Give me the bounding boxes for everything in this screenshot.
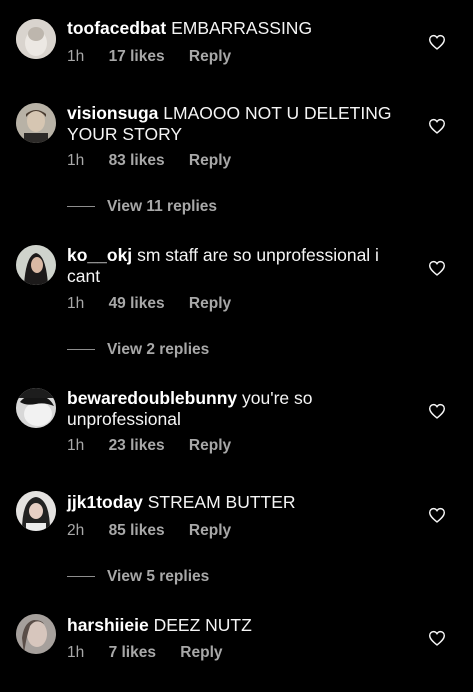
user-avatar[interactable]	[16, 491, 56, 531]
comment-likes[interactable]: 7 likes	[109, 644, 156, 662]
user-avatar[interactable]	[16, 19, 56, 59]
comment-meta: 2h 85 likes Reply	[67, 522, 231, 540]
comment-time: 1h	[67, 437, 85, 454]
heart-outline-icon[interactable]	[428, 630, 446, 646]
comment-text: jjk1today STREAM BUTTER	[67, 492, 412, 513]
replies-divider-line	[67, 349, 95, 351]
avatar-icon	[16, 245, 56, 285]
heart-outline-icon[interactable]	[428, 260, 446, 276]
avatar-icon	[16, 491, 56, 531]
comment-body: DEEZ NUTZ	[153, 615, 252, 635]
reply-button[interactable]: Reply	[189, 437, 231, 455]
comment-username[interactable]: toofacedbat	[67, 18, 166, 38]
avatar-icon	[16, 614, 56, 654]
comment-text: bewaredoublebunny you're so unprofession…	[67, 388, 412, 430]
comment-likes[interactable]: 83 likes	[109, 152, 165, 170]
comment-meta: 1h 17 likes Reply	[67, 48, 231, 66]
reply-button[interactable]: Reply	[189, 295, 231, 313]
comment-likes[interactable]: 49 likes	[109, 295, 165, 313]
comment-meta: 1h 49 likes Reply	[67, 295, 231, 313]
heart-outline-icon[interactable]	[428, 118, 446, 134]
heart-outline-icon[interactable]	[428, 34, 446, 50]
heart-outline-icon[interactable]	[428, 507, 446, 523]
comment-text: visionsuga LMAOOO NOT U DELETING YOUR ST…	[67, 103, 412, 145]
replies-divider-line	[67, 576, 95, 578]
comment-time: 1h	[67, 295, 85, 312]
comment-username[interactable]: ko__okj	[67, 245, 132, 265]
comment-body: EMBARRASSING	[171, 18, 313, 38]
reply-button[interactable]: Reply	[189, 522, 231, 540]
comment-text: harshiieie DEEZ NUTZ	[67, 615, 412, 636]
replies-divider-line	[67, 206, 95, 208]
view-replies-button[interactable]: View 5 replies	[67, 568, 209, 586]
avatar-icon	[16, 19, 56, 59]
comment-username[interactable]: bewaredoublebunny	[67, 388, 237, 408]
view-replies-label: View 5 replies	[107, 568, 210, 585]
comment-meta: 1h 23 likes Reply	[67, 437, 231, 455]
view-replies-button[interactable]: View 11 replies	[67, 198, 217, 216]
user-avatar[interactable]	[16, 103, 56, 143]
comment-text: toofacedbat EMBARRASSING	[67, 18, 412, 39]
comment-meta: 1h 83 likes Reply	[67, 152, 231, 170]
reply-button[interactable]: Reply	[180, 644, 222, 662]
comment-time: 1h	[67, 48, 85, 65]
avatar-icon	[16, 103, 56, 143]
comment-time: 1h	[67, 644, 85, 661]
comment-likes[interactable]: 17 likes	[109, 48, 165, 66]
comment-likes[interactable]: 23 likes	[109, 437, 165, 455]
view-replies-button[interactable]: View 2 replies	[67, 341, 209, 359]
user-avatar[interactable]	[16, 388, 56, 428]
comment-time: 2h	[67, 522, 85, 539]
comment-time: 1h	[67, 152, 85, 169]
comment-username[interactable]: harshiieie	[67, 615, 149, 635]
comment-body: STREAM BUTTER	[147, 492, 296, 512]
comment-text: ko__okj sm staff are so unprofessional i…	[67, 245, 412, 287]
comment-username[interactable]: jjk1today	[67, 492, 143, 512]
heart-outline-icon[interactable]	[428, 403, 446, 419]
view-replies-label: View 11 replies	[107, 198, 218, 215]
reply-button[interactable]: Reply	[189, 48, 231, 66]
user-avatar[interactable]	[16, 245, 56, 285]
user-avatar[interactable]	[16, 614, 56, 654]
view-replies-label: View 2 replies	[107, 341, 210, 358]
avatar-icon	[16, 388, 56, 428]
comment-likes[interactable]: 85 likes	[109, 522, 165, 540]
comment-username[interactable]: visionsuga	[67, 103, 158, 123]
reply-button[interactable]: Reply	[189, 152, 231, 170]
comment-meta: 1h 7 likes Reply	[67, 644, 223, 662]
